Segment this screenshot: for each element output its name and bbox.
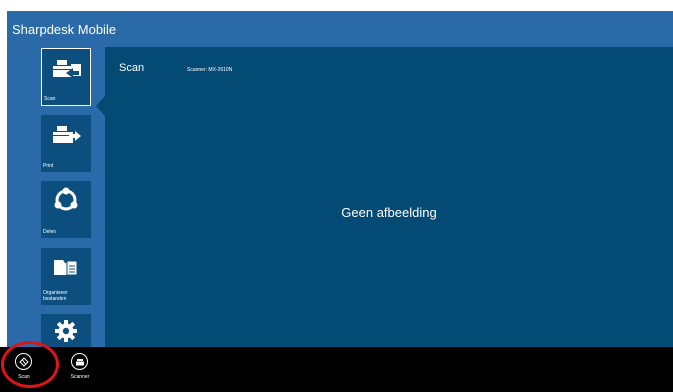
nav-item-label: Organiseer bestanden: [43, 290, 68, 302]
selection-pointer: [96, 96, 105, 116]
empty-state-message: Geen afbeelding: [341, 205, 437, 220]
scanner-button-label: Scanner: [70, 374, 90, 380]
nav-item-settings[interactable]: [41, 314, 91, 347]
scanner-label: Scanner: MX-2610N: [187, 67, 233, 73]
scan-button-label: Scan: [18, 374, 30, 380]
scanner-button[interactable]: Scanner: [63, 347, 99, 392]
scan-button-icon: [15, 353, 32, 370]
scan-icon: [42, 55, 90, 81]
app-window: Sharpdesk Mobile Scan Print Delen Organi…: [7, 11, 673, 347]
folder-icon: [41, 254, 91, 280]
nav-item-label: Scan: [44, 96, 56, 102]
nav-item-scan[interactable]: Scan: [41, 48, 91, 106]
page-title: Scan: [119, 62, 145, 74]
nav-item-label: Print: [43, 163, 54, 169]
scan-button[interactable]: Scan: [7, 347, 43, 392]
share-icon: [41, 187, 91, 213]
nav-item-label: Delen: [43, 229, 57, 235]
content-panel: Scan Scanner: MX-2610N Geen afbeelding: [105, 47, 673, 347]
gear-icon: [41, 318, 91, 344]
print-icon: [41, 121, 91, 147]
nav-item-share[interactable]: Delen: [41, 181, 91, 238]
nav-item-print[interactable]: Print: [41, 115, 91, 172]
nav-item-organize-files[interactable]: Organiseer bestanden: [41, 248, 91, 305]
scanner-icon: [71, 353, 88, 370]
app-bar: Scan Scanner: [0, 347, 673, 392]
app-title: Sharpdesk Mobile: [12, 22, 117, 37]
